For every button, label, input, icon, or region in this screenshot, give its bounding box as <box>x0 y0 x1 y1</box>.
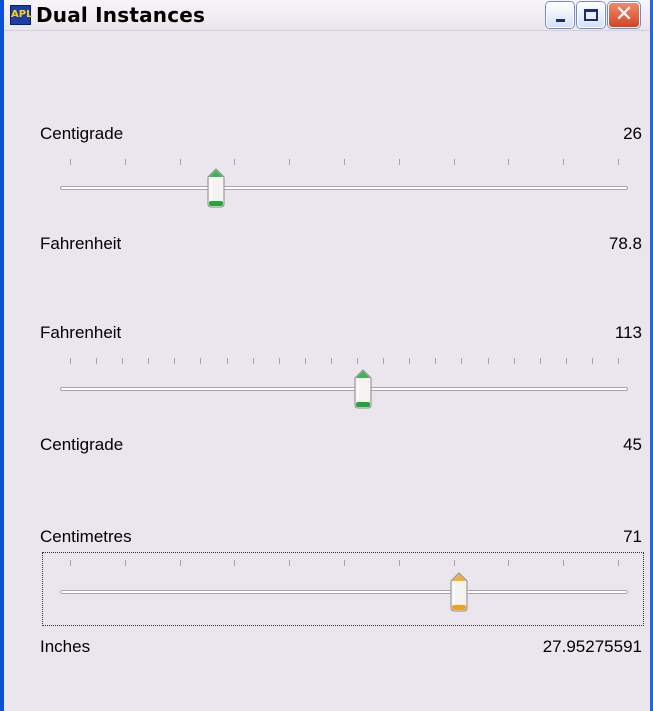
tick-mark <box>289 560 290 566</box>
tick-mark <box>180 560 181 566</box>
slider-track[interactable] <box>60 590 628 594</box>
tick-mark <box>305 358 306 364</box>
tick-marks <box>70 358 630 366</box>
tick-mark <box>618 358 619 364</box>
tick-mark <box>234 159 235 165</box>
tick-mark <box>357 358 358 364</box>
tick-mark <box>96 358 97 364</box>
tick-mark <box>344 560 345 566</box>
tick-mark <box>540 358 541 364</box>
tick-mark <box>70 560 71 566</box>
tick-mark <box>399 560 400 566</box>
tick-mark <box>454 560 455 566</box>
slider-thumb[interactable] <box>206 168 226 208</box>
tick-mark <box>563 159 564 165</box>
title-bar[interactable]: APL Dual Instances ✕ <box>4 0 650 31</box>
slider-value: 113 <box>614 323 642 342</box>
slider-label: Centimetres <box>40 527 132 546</box>
converted-label: Centigrade <box>40 435 124 454</box>
tick-mark <box>180 159 181 165</box>
slider-track[interactable] <box>60 387 628 391</box>
tick-marks <box>70 560 630 568</box>
tick-mark <box>70 358 71 364</box>
minimize-icon <box>555 18 565 22</box>
tick-mark <box>331 358 332 364</box>
close-icon: ✕ <box>614 2 634 27</box>
maximize-button[interactable] <box>577 2 605 28</box>
tick-mark <box>383 358 384 364</box>
window-title: Dual Instances <box>36 3 206 27</box>
tick-mark <box>592 358 593 364</box>
slider-track[interactable] <box>60 186 628 190</box>
tick-mark <box>227 358 228 364</box>
tick-mark <box>409 358 410 364</box>
tick-mark <box>508 560 509 566</box>
tick-mark <box>122 358 123 364</box>
maximize-icon <box>584 9 598 21</box>
tick-mark <box>618 159 619 165</box>
converted-value: 45 <box>623 435 642 454</box>
tick-mark <box>461 358 462 364</box>
tick-mark <box>125 560 126 566</box>
tick-mark <box>279 358 280 364</box>
tick-mark <box>200 358 201 364</box>
app-window: APL Dual Instances ✕ Centigrade 26 Fahre… <box>0 0 653 711</box>
tick-mark <box>174 358 175 364</box>
slider-label: Centigrade <box>40 124 124 143</box>
slider-label: Fahrenheit <box>40 323 122 342</box>
tick-mark <box>70 159 71 165</box>
minimize-button[interactable] <box>546 2 574 28</box>
tick-mark <box>344 159 345 165</box>
tick-mark <box>399 159 400 165</box>
tick-mark <box>618 560 619 566</box>
tick-mark <box>125 159 126 165</box>
converted-value: 27.95275591 <box>542 637 642 656</box>
tick-mark <box>289 159 290 165</box>
converted-value: 78.8 <box>608 234 642 253</box>
tick-mark <box>253 358 254 364</box>
converted-label: Fahrenheit <box>40 234 122 253</box>
app-icon[interactable]: APL <box>10 5 32 25</box>
slider-value: 26 <box>623 124 642 143</box>
tick-mark <box>566 358 567 364</box>
tick-mark <box>563 560 564 566</box>
slider-value: 71 <box>623 527 642 546</box>
tick-mark <box>454 159 455 165</box>
slider-thumb[interactable] <box>353 369 373 409</box>
tick-mark <box>488 358 489 364</box>
tick-mark <box>234 560 235 566</box>
converted-label: Inches <box>40 637 91 656</box>
slider-thumb[interactable] <box>449 572 469 612</box>
tick-mark <box>148 358 149 364</box>
tick-marks <box>70 159 630 167</box>
close-button[interactable]: ✕ <box>608 2 640 28</box>
tick-mark <box>508 159 509 165</box>
tick-mark <box>514 358 515 364</box>
tick-mark <box>435 358 436 364</box>
